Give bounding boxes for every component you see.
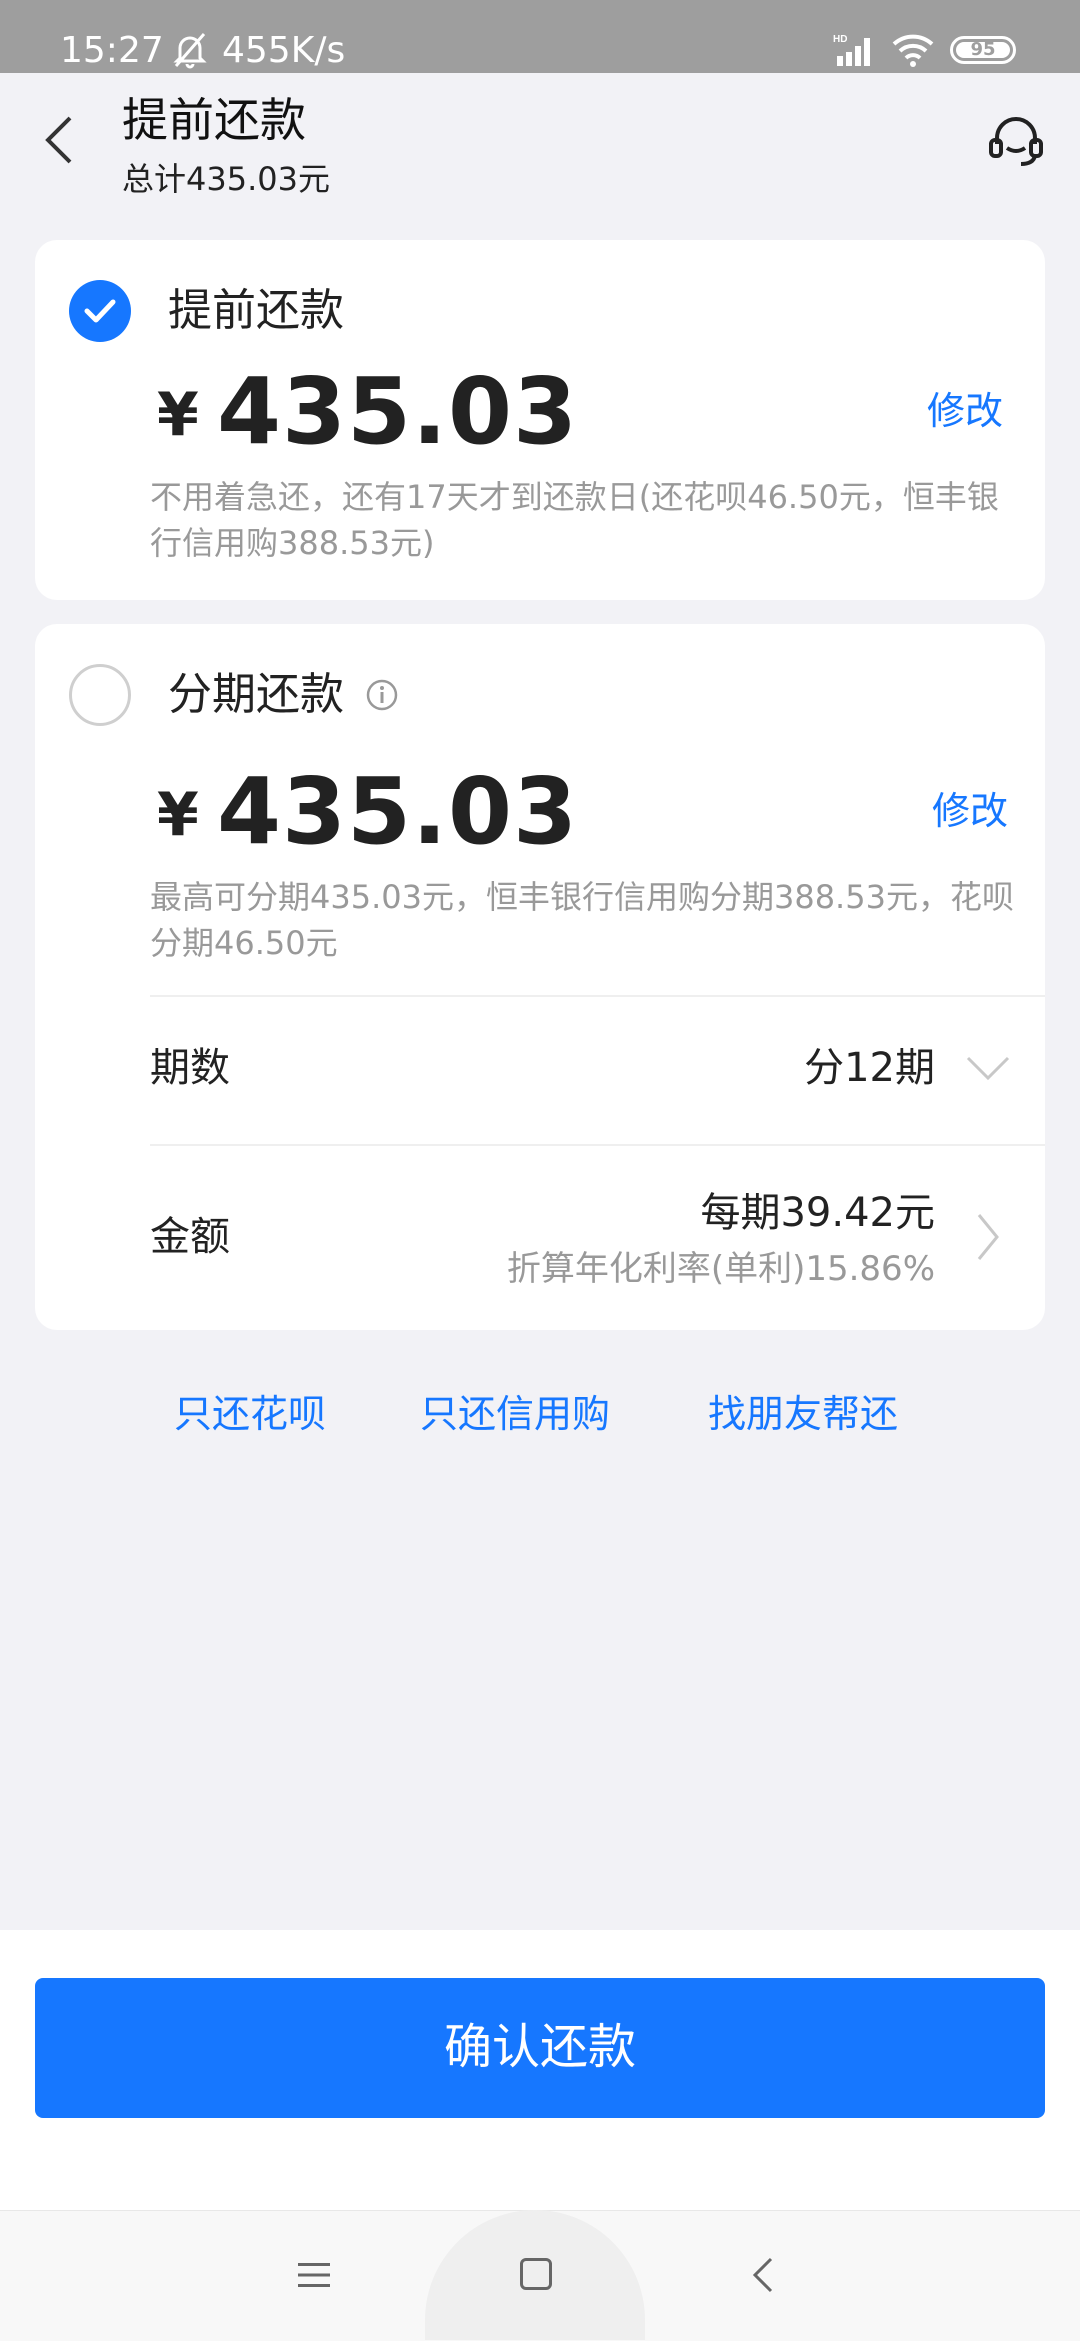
- annual-rate-note: 折算年化利率(单利)15.86%: [506, 1249, 935, 1289]
- option-description: 不用着急还，还有17天才到还款日(还花呗46.50元，恒丰银行信用购388.53…: [150, 478, 999, 562]
- customer-service-headset-icon[interactable]: [985, 110, 1047, 172]
- radio-selected-early-repay[interactable]: [69, 280, 131, 342]
- chevron-down-icon: [966, 1056, 1010, 1081]
- installment-amount: 435.03: [217, 758, 579, 865]
- option-early-repay-card[interactable]: 提前还款 ¥ 435.03 修改 不用着急还，还有17天才到还款日(还花呗46.…: [35, 240, 1045, 600]
- option-installment-card[interactable]: 分期还款 ¥ 435.03 修改 最高可分期435.03元，恒丰银行信用购分期3…: [35, 624, 1045, 1330]
- confirm-repay-button[interactable]: 确认还款: [35, 1978, 1045, 2118]
- svg-text:HD: HD: [833, 34, 847, 45]
- term-value: 分12期: [804, 1045, 935, 1091]
- chevron-right-icon: [977, 1214, 999, 1260]
- option-description: 最高可分期435.03元，恒丰银行信用购分期388.53元，花呗分期46.50元: [150, 878, 1014, 962]
- radio-unselected-installment[interactable]: [69, 664, 131, 726]
- friend-pay-link[interactable]: 找朋友帮还: [708, 1387, 898, 1441]
- option-title: 分期还款: [168, 669, 344, 720]
- info-icon[interactable]: [365, 678, 399, 712]
- only-huabei-link[interactable]: 只还花呗: [174, 1387, 326, 1441]
- currency-symbol: ¥: [157, 380, 199, 450]
- only-credit-purchase-link[interactable]: 只还信用购: [420, 1387, 610, 1441]
- status-net-speed: 455K/s: [222, 30, 346, 71]
- term-label: 期数: [150, 1045, 230, 1091]
- option-title: 提前还款: [168, 285, 344, 336]
- term-row[interactable]: 期数 分12期: [35, 996, 1045, 1144]
- edit-amount-link[interactable]: 修改: [927, 386, 1003, 436]
- hd-signal-icon: HD: [833, 34, 870, 66]
- page-title: 提前还款: [122, 93, 306, 147]
- amount-label: 金额: [150, 1214, 230, 1260]
- repay-amount: 435.03: [217, 358, 579, 465]
- battery-icon: 95: [950, 36, 1016, 64]
- edit-amount-link[interactable]: 修改: [932, 786, 1008, 836]
- currency-symbol: ¥: [157, 780, 199, 850]
- menu-icon[interactable]: [298, 2262, 330, 2288]
- status-time: 15:27: [60, 30, 164, 71]
- battery-level: 95: [970, 39, 996, 60]
- wifi-icon: [892, 34, 934, 67]
- per-period-amount: 每期39.42元: [700, 1190, 935, 1236]
- bell-off-icon: [173, 33, 207, 69]
- back-triangle-icon[interactable]: [752, 2256, 774, 2294]
- checkmark-icon: [84, 299, 116, 323]
- amount-row[interactable]: 金额 每期39.42元 折算年化利率(单利)15.86%: [35, 1146, 1045, 1330]
- chevron-left-icon[interactable]: [40, 110, 80, 170]
- home-square-icon[interactable]: [520, 2258, 552, 2290]
- page-subtitle-total: 总计435.03元: [122, 160, 330, 198]
